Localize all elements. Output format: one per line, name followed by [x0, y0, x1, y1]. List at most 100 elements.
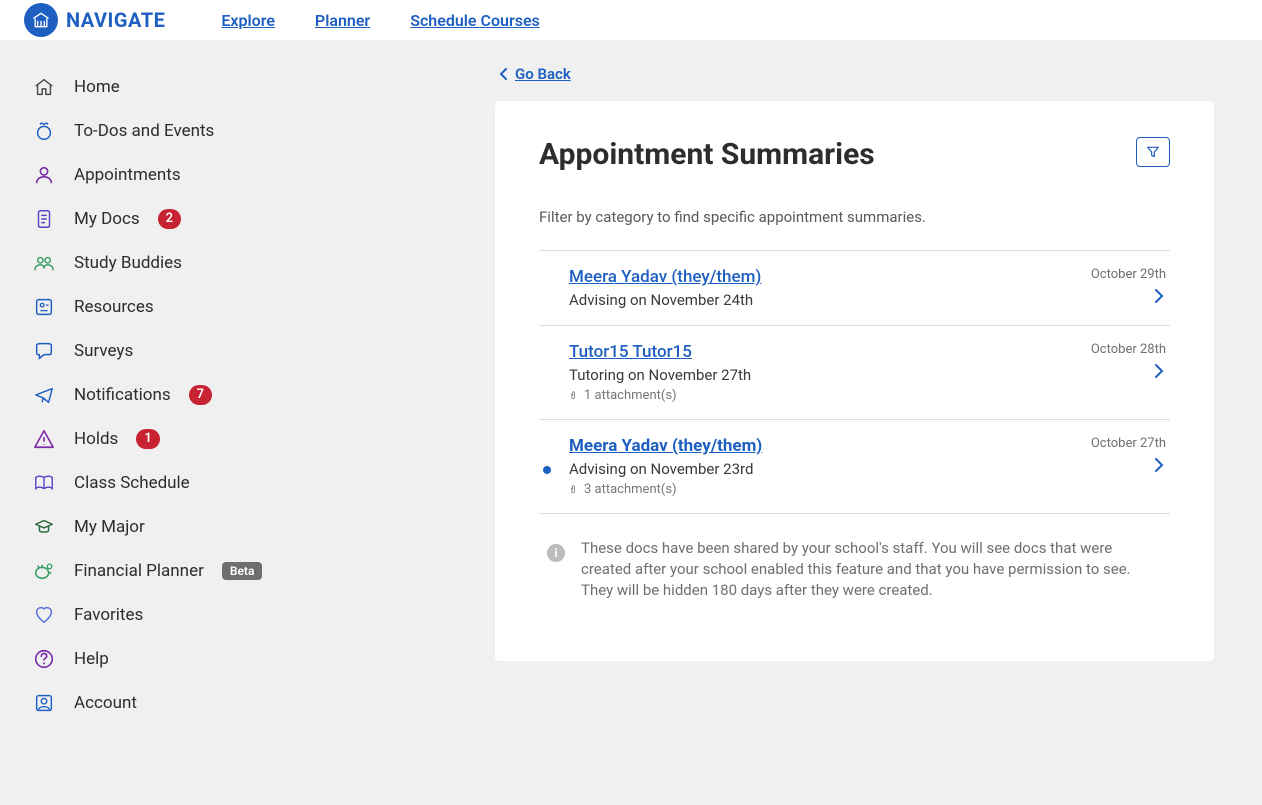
sidebar-item-account[interactable]: Account	[32, 681, 471, 725]
surveys-icon	[32, 339, 56, 363]
paperclip-icon	[569, 389, 580, 402]
info-icon: i	[547, 544, 565, 562]
summary-date: October 27th	[1091, 436, 1166, 451]
summary-attachments: 3 attachment(s)	[569, 482, 1077, 497]
info-block: i These docs have been shared by your sc…	[539, 514, 1170, 601]
summary-meta: October 27th	[1091, 436, 1166, 473]
paperclip-icon	[569, 483, 580, 496]
chevron-left-icon	[499, 68, 509, 80]
sidebar-item-label: Favorites	[74, 605, 143, 625]
sidebar-item-surveys[interactable]: Surveys	[32, 329, 471, 373]
summary-body: Meera Yadav (they/them) Advising on Novem…	[569, 267, 1077, 309]
todos-icon	[32, 119, 56, 143]
classschedule-icon	[32, 471, 56, 495]
sidebar: Home To-Dos and Events Appointments My Docs…	[0, 41, 495, 805]
summary-advisor-link[interactable]: Meera Yadav (they/them)	[569, 267, 761, 287]
badge-count: 1	[136, 429, 159, 449]
beta-badge: Beta	[222, 562, 263, 580]
holds-icon	[32, 427, 56, 451]
attachment-count: 3 attachment(s)	[584, 482, 677, 497]
mydocs-icon	[32, 207, 56, 231]
sidebar-item-holds[interactable]: Holds 1	[32, 417, 471, 461]
sidebar-item-label: Holds	[74, 429, 118, 449]
summary-subtitle: Advising on November 23rd	[569, 460, 1077, 478]
sidebar-item-label: My Docs	[74, 209, 140, 229]
summary-subtitle: Advising on November 24th	[569, 291, 1077, 309]
badge-count: 7	[189, 385, 212, 405]
summary-meta: October 28th	[1091, 342, 1166, 379]
sidebar-item-label: Help	[74, 649, 109, 669]
brand-logo[interactable]: NAVIGATE	[24, 3, 165, 37]
financialplanner-icon	[32, 559, 56, 583]
sidebar-item-notifications[interactable]: Notifications 7	[32, 373, 471, 417]
studybuddies-icon	[32, 251, 56, 275]
favorites-icon	[32, 603, 56, 627]
summary-row[interactable]: Tutor15 Tutor15 Tutoring on November 27th…	[539, 326, 1170, 420]
summary-meta: October 29th	[1091, 267, 1166, 304]
summary-advisor-link[interactable]: Tutor15 Tutor15	[569, 342, 692, 362]
main-content: Go Back Appointment Summaries Filter by …	[495, 41, 1262, 805]
sidebar-item-label: To-Dos and Events	[74, 121, 214, 141]
sidebar-item-home[interactable]: Home	[32, 65, 471, 109]
sidebar-item-label: My Major	[74, 517, 145, 537]
sidebar-item-label: Class Schedule	[74, 473, 190, 493]
filter-icon	[1145, 144, 1161, 160]
sidebar-item-mydocs[interactable]: My Docs 2	[32, 197, 471, 241]
sidebar-item-label: Study Buddies	[74, 253, 182, 273]
filter-button[interactable]	[1136, 137, 1170, 167]
summary-row[interactable]: Meera Yadav (they/them) Advising on Novem…	[539, 420, 1170, 514]
info-text: These docs have been shared by your scho…	[581, 534, 1170, 601]
sidebar-item-label: Surveys	[74, 341, 133, 361]
go-back-link[interactable]: Go Back	[499, 65, 571, 83]
summary-row[interactable]: Meera Yadav (they/them) Advising on Novem…	[539, 251, 1170, 326]
summary-advisor-link[interactable]: Meera Yadav (they/them)	[569, 436, 762, 456]
sidebar-item-label: Home	[74, 77, 120, 97]
chevron-right-icon	[1152, 457, 1166, 473]
summaries-card: Appointment Summaries Filter by category…	[495, 101, 1214, 661]
summary-list: Meera Yadav (they/them) Advising on Novem…	[539, 250, 1170, 514]
home-icon	[32, 75, 56, 99]
sidebar-item-help[interactable]: Help	[32, 637, 471, 681]
top-nav: Explore Planner Schedule Courses	[221, 11, 539, 30]
unread-dot-icon	[543, 466, 551, 474]
sidebar-item-todos[interactable]: To-Dos and Events	[32, 109, 471, 153]
brand-text: NAVIGATE	[66, 8, 165, 32]
sidebar-item-label: Account	[74, 693, 137, 713]
sidebar-item-label: Financial Planner	[74, 561, 204, 581]
badge-count: 2	[158, 209, 181, 229]
filter-caption: Filter by category to find specific appo…	[539, 208, 1170, 226]
sidebar-item-mymajor[interactable]: My Major	[32, 505, 471, 549]
sidebar-item-financialplanner[interactable]: Financial Planner Beta	[32, 549, 471, 593]
chevron-right-icon	[1152, 288, 1166, 304]
account-icon	[32, 691, 56, 715]
notifications-icon	[32, 383, 56, 407]
sidebar-item-label: Notifications	[74, 385, 171, 405]
resources-icon	[32, 295, 56, 319]
summary-date: October 28th	[1091, 342, 1166, 357]
summary-attachments: 1 attachment(s)	[569, 388, 1077, 403]
brand-icon	[24, 3, 58, 37]
mymajor-icon	[32, 515, 56, 539]
sidebar-item-label: Appointments	[74, 165, 181, 185]
summary-date: October 29th	[1091, 267, 1166, 282]
appointments-icon	[32, 163, 56, 187]
summary-body: Meera Yadav (they/them) Advising on Novem…	[569, 436, 1077, 497]
nav-schedule-courses[interactable]: Schedule Courses	[410, 11, 540, 30]
sidebar-item-studybuddies[interactable]: Study Buddies	[32, 241, 471, 285]
summary-subtitle: Tutoring on November 27th	[569, 366, 1077, 384]
sidebar-item-favorites[interactable]: Favorites	[32, 593, 471, 637]
unread-indicator-col	[539, 267, 555, 297]
attachment-count: 1 attachment(s)	[584, 388, 677, 403]
sidebar-item-appointments[interactable]: Appointments	[32, 153, 471, 197]
page-title: Appointment Summaries	[539, 137, 875, 172]
help-icon	[32, 647, 56, 671]
summary-body: Tutor15 Tutor15 Tutoring on November 27th…	[569, 342, 1077, 403]
unread-indicator-col	[539, 342, 555, 372]
sidebar-item-classschedule[interactable]: Class Schedule	[32, 461, 471, 505]
go-back-label: Go Back	[515, 65, 571, 83]
chevron-right-icon	[1152, 363, 1166, 379]
topbar: NAVIGATE Explore Planner Schedule Course…	[0, 0, 1262, 41]
nav-explore[interactable]: Explore	[221, 11, 275, 30]
nav-planner[interactable]: Planner	[315, 11, 370, 30]
sidebar-item-resources[interactable]: Resources	[32, 285, 471, 329]
